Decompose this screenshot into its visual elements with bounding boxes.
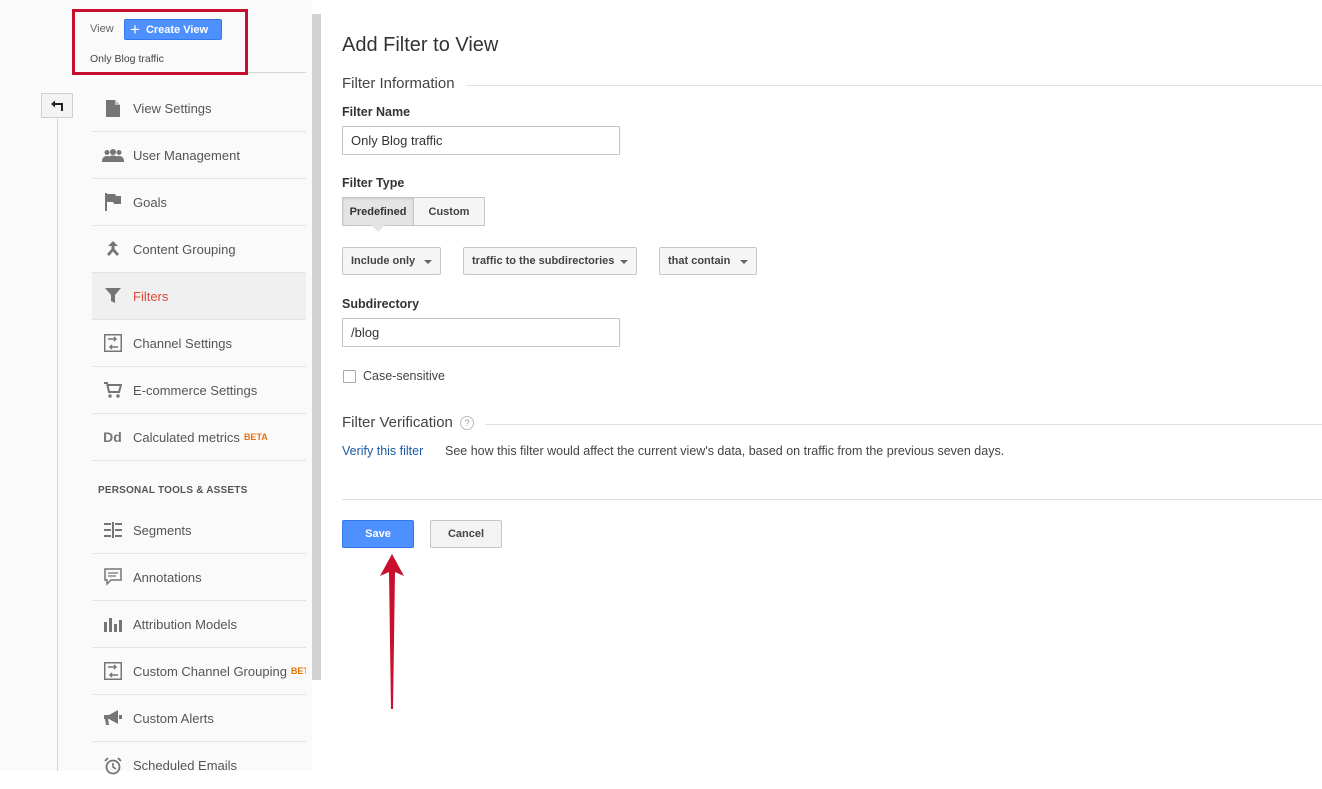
view-label: View: [90, 23, 114, 35]
sidebar-item-segments[interactable]: Segments: [92, 507, 306, 554]
sidebar-item-attribution-models[interactable]: Attribution Models: [92, 601, 306, 648]
sidebar-item-label: User Management: [133, 147, 240, 163]
sidebar-item-channel-settings[interactable]: Channel Settings: [92, 320, 306, 367]
sidebar-item-label: Channel Settings: [133, 335, 233, 351]
sidebar-item-annotations[interactable]: Annotations: [92, 554, 306, 601]
sidebar-item-label: Filters: [133, 288, 169, 304]
source-dropdown-value: traffic to the subdirectories: [472, 255, 615, 267]
chevron-down-icon: [620, 260, 628, 264]
section-divider: [485, 424, 1322, 425]
segments-icon: [92, 522, 133, 538]
sidebar-item-label: Attribution Models: [133, 616, 238, 632]
filter-type-label: Filter Type: [342, 176, 405, 190]
sidebar-item-label: Goals: [133, 194, 167, 210]
filter-name-label: Filter Name: [342, 105, 411, 119]
bar-chart-icon: [92, 616, 133, 632]
sidebar-item-view-settings[interactable]: View Settings: [92, 85, 306, 132]
expression-dropdown-value: that contain: [668, 255, 731, 267]
sidebar-item-custom-channel-grouping[interactable]: Custom Channel Grouping BET: [92, 648, 306, 695]
cancel-button[interactable]: Cancel: [430, 520, 502, 548]
sidebar-menu: View Settings User Management Goals Cont…: [92, 85, 306, 789]
page-title: Add Filter to View: [342, 34, 499, 56]
view-name: Only Blog traffic: [90, 53, 164, 65]
include-dropdown-value: Include only: [351, 255, 416, 267]
sidebar-item-label: Calculated metrics: [133, 429, 240, 445]
channel-icon: [92, 662, 133, 680]
help-icon[interactable]: ?: [460, 416, 474, 430]
beta-badge: BETA: [243, 432, 268, 442]
sidebar-item-goals[interactable]: Goals: [92, 179, 306, 226]
sidebar-scrollbar[interactable]: [312, 14, 321, 680]
sidebar-item-content-grouping[interactable]: Content Grouping: [92, 226, 306, 273]
view-divider: [248, 72, 306, 73]
chevron-down-icon: [740, 260, 748, 264]
dd-icon: Dd: [103, 429, 122, 445]
sidebar-item-label: Content Grouping: [133, 241, 236, 257]
users-icon: [92, 148, 133, 162]
verify-description: See how this filter would affect the cur…: [445, 444, 1005, 458]
sidebar-item-custom-alerts[interactable]: Custom Alerts: [92, 695, 306, 742]
sidebar-item-ecommerce-settings[interactable]: E-commerce Settings: [92, 367, 306, 414]
sidebar-item-label: E-commerce Settings: [133, 382, 258, 398]
sidebar-item-label: View Settings: [133, 100, 212, 116]
back-arrow-icon: [51, 100, 63, 111]
plus-icon: +: [130, 20, 140, 39]
hierarchy-line: [57, 118, 58, 771]
sidebar-item-label: Segments: [133, 522, 192, 538]
save-button[interactable]: Save: [342, 520, 414, 548]
subdirectory-label: Subdirectory: [342, 297, 420, 311]
beta-badge: BET: [290, 666, 306, 676]
expression-dropdown[interactable]: that contain: [659, 247, 757, 275]
sidebar-item-label: Custom Channel Grouping: [133, 663, 287, 679]
section-divider: [466, 85, 1322, 86]
chevron-down-icon: [424, 260, 432, 264]
case-sensitive-checkbox[interactable]: [343, 370, 356, 383]
sidebar-item-user-management[interactable]: User Management: [92, 132, 306, 179]
section-heading: PERSONAL TOOLS & ASSETS: [98, 485, 248, 496]
create-view-label: Create View: [145, 23, 209, 36]
sidebar-item-label: Annotations: [133, 569, 202, 585]
annotation-arrow: [380, 554, 404, 709]
filter-verification-heading: Filter Verification: [342, 414, 453, 431]
merge-icon: [92, 240, 133, 258]
alarm-clock-icon: [92, 756, 133, 775]
document-icon: [92, 99, 133, 117]
sidebar-item-scheduled-emails[interactable]: Scheduled Emails: [92, 742, 306, 789]
megaphone-icon: [92, 710, 133, 726]
tab-predefined[interactable]: Predefined: [342, 197, 414, 226]
case-sensitive-label: Case-sensitive: [363, 369, 445, 383]
selected-tab-pointer: [371, 225, 385, 232]
sidebar-item-calculated-metrics[interactable]: Dd Calculated metrics BETA: [92, 414, 306, 461]
tab-custom[interactable]: Custom: [413, 197, 485, 226]
channel-icon: [92, 334, 133, 352]
include-dropdown[interactable]: Include only: [342, 247, 441, 275]
create-view-button[interactable]: + Create View: [124, 19, 222, 40]
sidebar-item-label: Custom Alerts: [133, 710, 214, 726]
back-button[interactable]: [41, 93, 73, 118]
form-divider: [342, 499, 1322, 500]
flag-icon: [92, 193, 133, 211]
filter-information-heading: Filter Information: [342, 75, 455, 92]
funnel-icon: [92, 288, 133, 304]
cart-icon: [92, 382, 133, 398]
source-dropdown[interactable]: traffic to the subdirectories: [463, 247, 637, 275]
verify-filter-link[interactable]: Verify this filter: [342, 444, 423, 458]
comment-icon: [92, 568, 133, 586]
subdirectory-input[interactable]: [342, 318, 620, 347]
sidebar-item-filters[interactable]: Filters: [92, 273, 306, 320]
filter-name-input[interactable]: [342, 126, 620, 155]
